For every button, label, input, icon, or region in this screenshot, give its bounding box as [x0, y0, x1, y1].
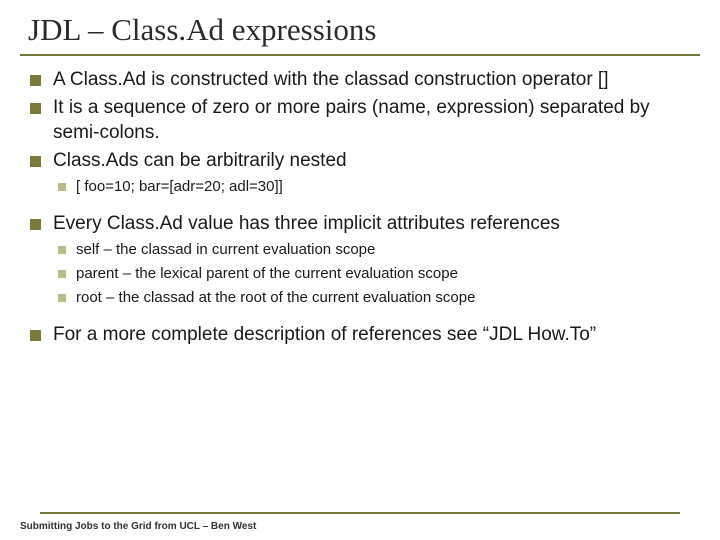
bullet-text: A Class.Ad is constructed with the class… — [53, 68, 609, 92]
footer-text: Submitting Jobs to the Grid from UCL – B… — [20, 521, 256, 532]
bullet-item: It is a sequence of zero or more pairs (… — [30, 96, 696, 145]
bullet-item: Class.Ads can be arbitrarily nested — [30, 149, 696, 173]
bullet-item: A Class.Ad is constructed with the class… — [30, 68, 696, 92]
slide-content: A Class.Ad is constructed with the class… — [0, 56, 720, 347]
square-bullet-icon — [30, 330, 41, 341]
bullet-text: Every Class.Ad value has three implicit … — [53, 212, 560, 236]
square-bullet-icon — [30, 156, 41, 167]
square-bullet-icon — [30, 75, 41, 86]
square-bullet-icon — [30, 103, 41, 114]
square-bullet-icon — [58, 270, 66, 278]
footer-rule — [40, 512, 680, 514]
bullet-text: Class.Ads can be arbitrarily nested — [53, 149, 347, 173]
bullet-text: self – the classad in current evaluation… — [76, 240, 375, 260]
square-bullet-icon — [58, 183, 66, 191]
bullet-text: It is a sequence of zero or more pairs (… — [53, 96, 696, 145]
square-bullet-icon — [58, 294, 66, 302]
square-bullet-icon — [58, 246, 66, 254]
bullet-text: root – the classad at the root of the cu… — [76, 288, 475, 308]
spacer — [30, 313, 696, 323]
bullet-text: parent – the lexical parent of the curre… — [76, 264, 458, 284]
slide: JDL – Class.Ad expressions A Class.Ad is… — [0, 0, 720, 540]
slide-title: JDL – Class.Ad expressions — [0, 0, 720, 50]
bullet-item: Every Class.Ad value has three implicit … — [30, 212, 696, 236]
sub-bullet-item: [ foo=10; bar=[adr=20; adl=30]] — [30, 177, 696, 197]
sub-bullet-item: parent – the lexical parent of the curre… — [30, 264, 696, 284]
square-bullet-icon — [30, 219, 41, 230]
sub-bullet-item: self – the classad in current evaluation… — [30, 240, 696, 260]
spacer — [30, 202, 696, 212]
bullet-text: For a more complete description of refer… — [53, 323, 596, 347]
bullet-item: For a more complete description of refer… — [30, 323, 696, 347]
sub-bullet-item: root – the classad at the root of the cu… — [30, 288, 696, 308]
bullet-text: [ foo=10; bar=[adr=20; adl=30]] — [76, 177, 283, 197]
